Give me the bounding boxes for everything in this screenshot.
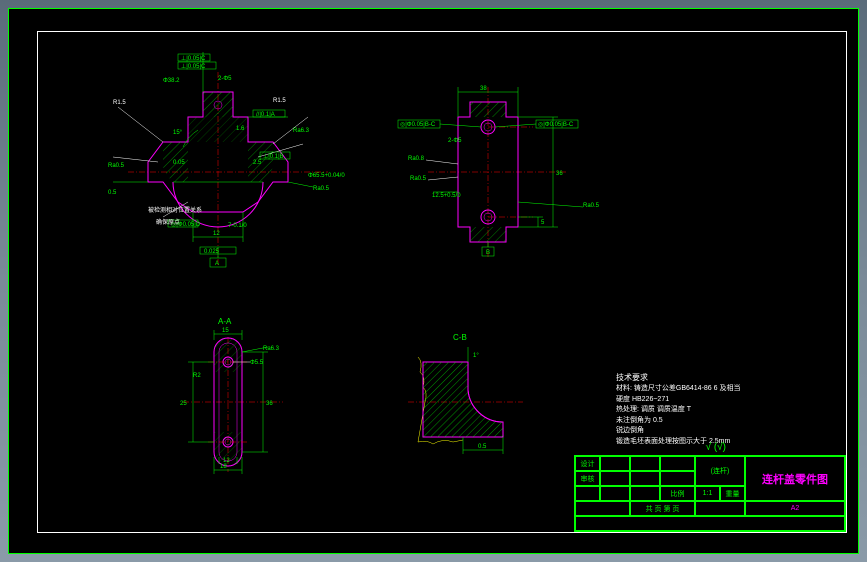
tech-line-3: 热处理: 调质 调质温度 T [616, 405, 796, 416]
svg-text:⊥|0.1|B: ⊥|0.1|B [263, 153, 284, 160]
dim-right-2: 12.5+0.5/0 [432, 193, 461, 199]
dim-main-7: Ra0.5 [108, 163, 125, 169]
tech-title: 技术要求 [616, 372, 796, 384]
svg-text:0.025: 0.025 [204, 249, 220, 255]
drawing-inner-frame: ⊥|0.05|C ⊥|0.05|C Φ38.2 //|0.1|A Ra6.3 R… [37, 31, 847, 533]
right-view: ◎|Φ0.05|B-C ◎|Φ0.05|B-C 38 36 5 Ra0.5 [398, 86, 600, 257]
gd-frame-2: ⊥|0.05|C [181, 63, 206, 70]
surface-finish-symbol: √ (√) [706, 442, 726, 453]
tb-a1: 设计 [575, 456, 600, 471]
dim-main-4: R1.5 [273, 98, 286, 104]
dim-right-7: 5 [541, 220, 545, 226]
tb-number: A2 [745, 501, 845, 516]
tb-a2 [600, 456, 630, 471]
tb-main-title: 连杆盖零件图 [745, 456, 845, 501]
dim-aa-1: Φ5.5 [250, 360, 264, 366]
tb-scale: 1:1 [695, 486, 720, 501]
tb-a3 [630, 456, 660, 471]
gd-right-1: ◎|Φ0.05|B-C [400, 122, 436, 128]
tech-line-4: 未注倒角为 0.5 [616, 416, 796, 427]
dim-main-6: Ra6.3 [293, 128, 310, 134]
svg-text:A-A: A-A [218, 317, 232, 326]
dim-aa-2: Ra6.3 [263, 346, 280, 352]
gd-frame-1: ⊥|0.05|C [181, 55, 206, 62]
svg-text:7-0.1/0: 7-0.1/0 [228, 223, 247, 229]
tech-requirements: 技术要求 材料: 铸造尺寸公差GB6414-86 6 及相当 硬度 HB226~… [616, 372, 796, 447]
main-view: ⊥|0.05|C ⊥|0.05|C Φ38.2 //|0.1|A Ra6.3 R… [108, 52, 345, 267]
section-aa-view: A-A 15 Ra6.3 [180, 317, 283, 474]
datum-a: A [215, 261, 219, 267]
title-block: 设计 (连杆) 连杆盖零件图 审核 比例 1:1 重量 共 页 第 页 A2 [574, 455, 846, 532]
tb-subtitle: (连杆) [695, 456, 745, 486]
datum-b: B [486, 250, 490, 256]
gd-right-2: ◎|Φ0.05|B-C [538, 122, 574, 128]
dim-main-10: 2.5 [253, 160, 262, 166]
tb-c4: 比例 [660, 486, 695, 501]
dim-cb-2: 0.5 [478, 444, 487, 450]
tb-d5: 共 页 第 页 [630, 501, 695, 516]
gd-frame-3: //|0.1|A [256, 112, 275, 118]
svg-text:2-Φ5: 2-Φ5 [448, 138, 462, 144]
tb-c5: 重量 [720, 486, 745, 501]
tb-b1: 审核 [575, 471, 600, 486]
tech-line-1: 材料: 铸造尺寸公差GB6414-86 6 及相当 [616, 384, 796, 395]
label-main-2: 确保原点 [156, 218, 180, 226]
gd-frame-5: ◎|Φ0.05|D [171, 222, 201, 228]
dim-main-5: 1.6 [236, 126, 245, 132]
dim-aa-5: 25 [180, 401, 187, 407]
drawing-outer-frame: ⊥|0.05|C ⊥|0.05|C Φ38.2 //|0.1|A Ra6.3 R… [8, 8, 859, 554]
dim-main-13: 12 [213, 231, 220, 237]
dim-right-5: Ra0.5 [583, 203, 600, 209]
dim-right-6: 36 [556, 171, 563, 177]
dim-aa-6: 12 [223, 458, 230, 464]
tb-a4 [660, 456, 695, 471]
dim-aa-4: 18 [220, 464, 227, 470]
dim-cb-1: 1° [473, 353, 479, 359]
dim-main-8: Ra0.5 [313, 186, 330, 192]
label-main-1: 被检测相对位置关系 [148, 206, 202, 214]
dim-right-3: Ra0.8 [408, 156, 425, 162]
section-cb-view: C-B 1° 0.5 [408, 333, 523, 454]
dim-main-9: 0.5 [108, 190, 117, 196]
dim-aa-3: 15 [222, 328, 229, 334]
dim-main-1: Φ38.2 [163, 78, 180, 84]
dim-main-3: R1.5 [113, 100, 126, 106]
svg-text:2-Φ5: 2-Φ5 [218, 76, 232, 82]
tech-line-2: 硬度 HB226~271 [616, 395, 796, 406]
dim-right-1: 38 [480, 86, 487, 92]
dim-right-4: Ra0.5 [410, 176, 427, 182]
dim-aa-8: 36 [266, 401, 273, 407]
tech-line-5: 锐边倒角 [616, 426, 796, 437]
dim-main-12: 15° [173, 130, 183, 136]
svg-text:0.05: 0.05 [173, 160, 185, 166]
svg-text:C-B: C-B [453, 333, 467, 342]
dim-aa-7: R2 [193, 373, 201, 379]
dim-main-2: Φ65.5+0.04/0 [308, 173, 345, 179]
